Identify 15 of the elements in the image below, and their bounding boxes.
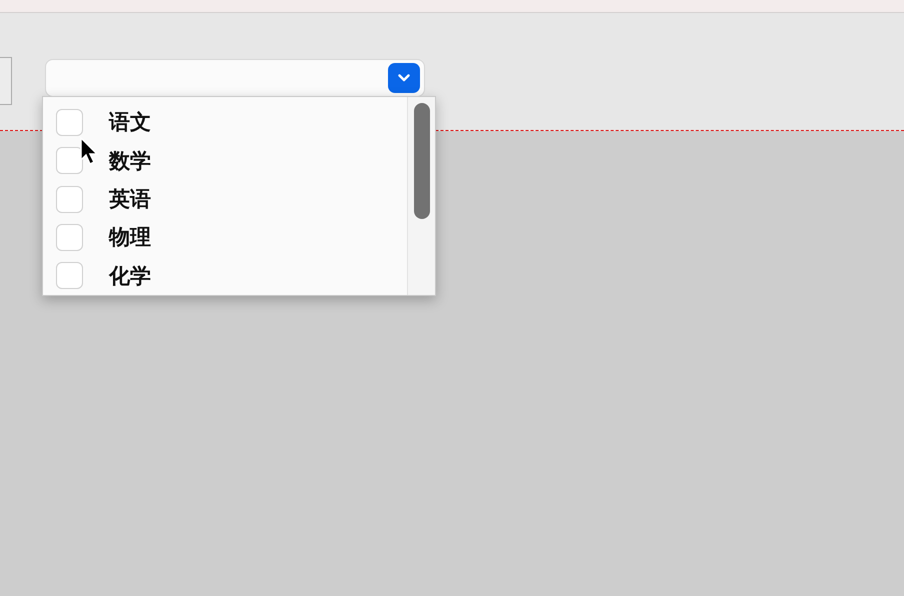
multi-select-field[interactable] (45, 59, 425, 97)
scrollbar[interactable] (407, 97, 435, 295)
checkbox[interactable] (56, 224, 83, 251)
option-label[interactable]: 英语 (109, 185, 151, 214)
scrollbar-thumb[interactable] (414, 103, 430, 219)
checkbox[interactable] (56, 147, 83, 174)
option-label[interactable]: 数学 (109, 146, 151, 175)
checkbox[interactable] (56, 108, 83, 136)
checkbox[interactable] (56, 262, 83, 290)
dropdown-button[interactable] (388, 63, 420, 93)
option-label[interactable]: 语文 (109, 108, 151, 136)
option-label[interactable]: 化学 (109, 262, 151, 290)
checkbox[interactable] (56, 186, 83, 213)
chevron-down-icon (398, 74, 410, 82)
option-label[interactable]: 物理 (109, 223, 151, 252)
